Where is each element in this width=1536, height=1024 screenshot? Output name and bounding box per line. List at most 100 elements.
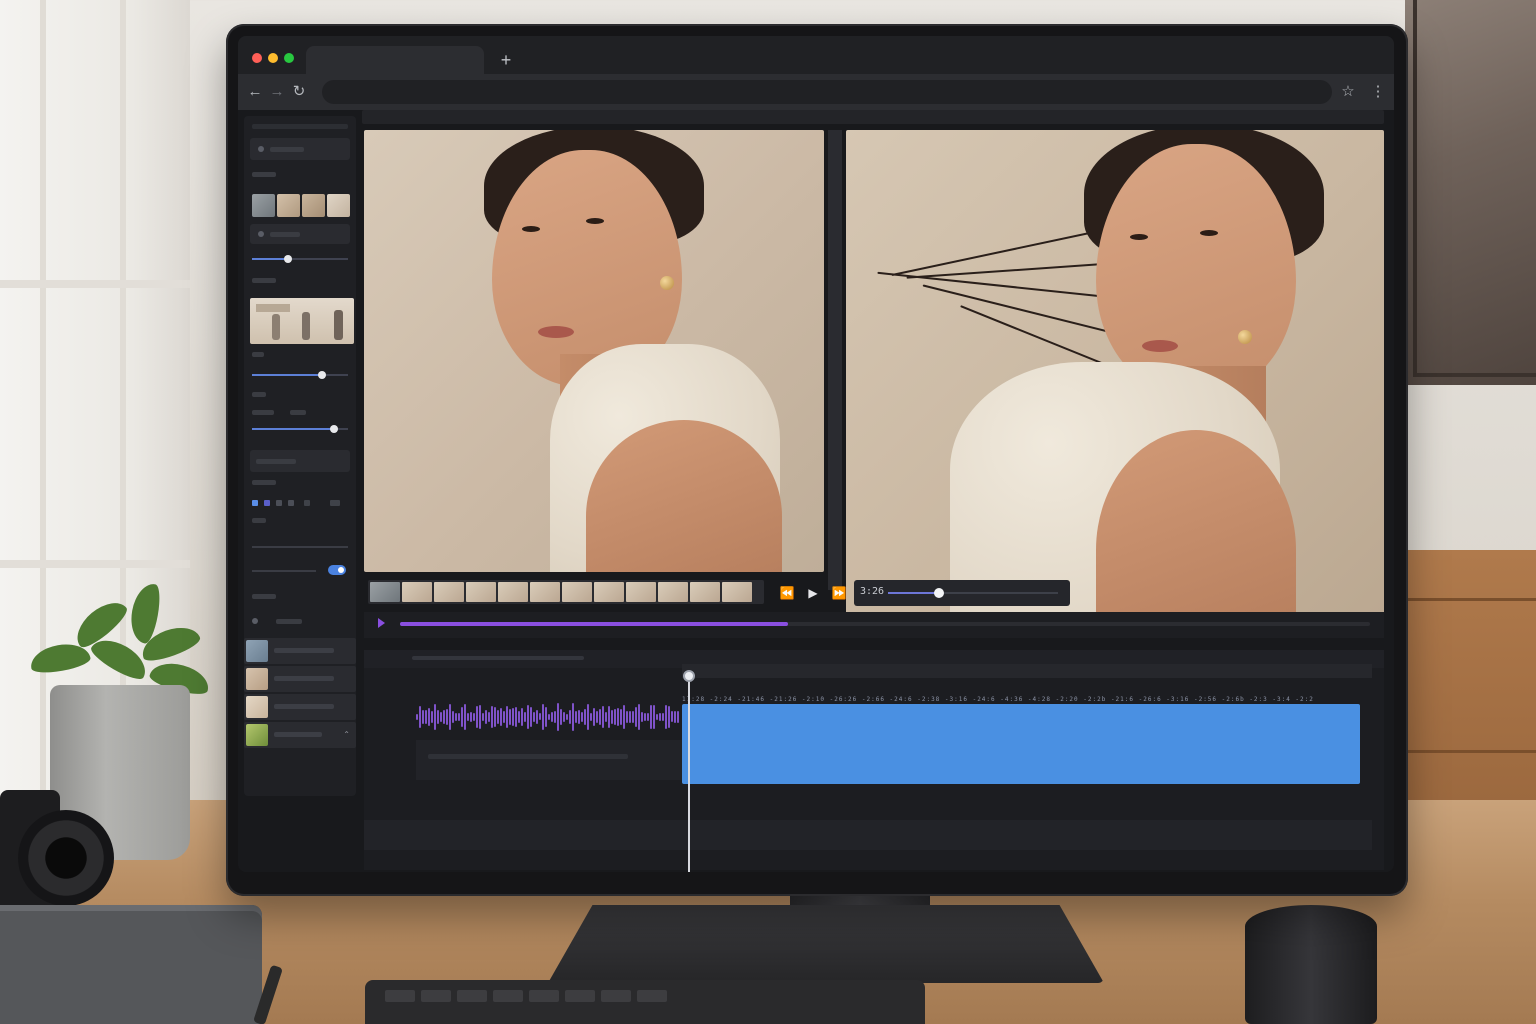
color-swatch-gray[interactable]: [288, 500, 294, 506]
adjust-slider-4[interactable]: [252, 546, 348, 548]
waveform-bar: [611, 710, 613, 724]
filmstrip-frame[interactable]: [434, 582, 464, 602]
forward-icon[interactable]: →: [268, 83, 286, 101]
track-item[interactable]: [244, 666, 356, 692]
color-swatch-dark[interactable]: [304, 500, 310, 506]
timeline-header: [412, 656, 584, 660]
sidebar-panel-color[interactable]: [250, 450, 350, 472]
waveform-bar: [632, 710, 634, 723]
adjust-slider-3[interactable]: [252, 425, 348, 433]
filmstrip-frame[interactable]: [530, 582, 560, 602]
media-thumbnail[interactable]: [252, 194, 275, 217]
track-item[interactable]: ⌃: [244, 722, 356, 748]
timeline-track-bar: [682, 664, 1372, 678]
window-close-dot[interactable]: [252, 53, 262, 63]
waveform-bar: [581, 711, 583, 723]
color-swatch-gray[interactable]: [276, 500, 282, 506]
timeline: 17:28 -2:24 -21:46 -21:26 -2:10 -26:26 -…: [364, 650, 1384, 872]
bookmark-star-icon[interactable]: ☆: [1338, 82, 1358, 102]
playback-scrubber[interactable]: 3:26: [854, 580, 1070, 606]
waveform-bar: [599, 708, 601, 726]
adjust-slider-5[interactable]: [252, 570, 316, 572]
waveform-bar: [428, 707, 430, 727]
browser-tab-active[interactable]: [306, 46, 484, 74]
waveform-bar: [497, 710, 499, 724]
waveform-bar: [449, 703, 451, 731]
frame-filmstrip[interactable]: [368, 580, 764, 604]
filmstrip-frame[interactable]: [626, 582, 656, 602]
new-tab-button[interactable]: +: [496, 50, 516, 70]
media-thumbnail[interactable]: [327, 194, 350, 217]
portrait-figure: [364, 130, 824, 572]
waveform-bar: [557, 703, 559, 731]
slider-knob[interactable]: [318, 371, 326, 379]
window-maximize-dot[interactable]: [284, 53, 294, 63]
color-swatch-indigo[interactable]: [264, 500, 270, 506]
slider-knob[interactable]: [330, 425, 338, 433]
collapse-icon[interactable]: ⌃: [343, 730, 350, 739]
waveform-bar: [446, 708, 448, 726]
window-minimize-dot[interactable]: [268, 53, 278, 63]
waveform-bar: [674, 710, 676, 724]
filmstrip-frame[interactable]: [562, 582, 592, 602]
waveform-bar: [671, 711, 673, 723]
back-icon[interactable]: ←: [246, 83, 264, 101]
media-thumbnail[interactable]: [277, 194, 300, 217]
waveform-bar: [608, 705, 610, 729]
preview-divider[interactable]: [828, 130, 842, 590]
wall-art: [1405, 0, 1536, 385]
filmstrip-frame[interactable]: [402, 582, 432, 602]
color-swatch-blue[interactable]: [252, 500, 258, 506]
waveform-bar: [539, 713, 541, 721]
filmstrip-frame[interactable]: [466, 582, 496, 602]
track-item[interactable]: [244, 694, 356, 720]
scrub-track[interactable]: [888, 588, 1058, 598]
filmstrip-frame[interactable]: [498, 582, 528, 602]
output-preview[interactable]: [846, 130, 1384, 616]
waveform-bar: [515, 707, 517, 727]
adjust-slider-1[interactable]: [252, 255, 348, 263]
panel-media-label: [270, 147, 304, 152]
source-preview[interactable]: [364, 130, 824, 572]
eye: [522, 226, 540, 232]
waveform-bar: [512, 707, 514, 727]
sidebar-label: [252, 392, 266, 397]
waveform-bar: [563, 712, 565, 722]
waveform-bar: [491, 705, 493, 729]
rewind-icon[interactable]: ⏪: [778, 584, 796, 602]
monitor-stand-base: [548, 905, 1104, 983]
waveform-bar: [653, 704, 655, 730]
sidebar-panel-media[interactable]: [250, 138, 350, 160]
audio-waveform-clip[interactable]: [416, 694, 682, 740]
browser-tabstrip: +: [238, 36, 1394, 74]
filmstrip-frame[interactable]: [690, 582, 720, 602]
progress-track[interactable]: [400, 622, 1370, 626]
scrub-knob[interactable]: [934, 588, 944, 598]
waveform-bar: [626, 710, 628, 724]
playhead[interactable]: [688, 676, 690, 872]
waveform-bar: [452, 710, 454, 724]
kebab-menu-icon[interactable]: ⋮: [1368, 82, 1388, 102]
sidebar-panel-adjust[interactable]: [250, 224, 350, 244]
slider-knob[interactable]: [284, 255, 292, 263]
fast-forward-icon[interactable]: ⏩: [830, 584, 848, 602]
filmstrip-frame[interactable]: [370, 582, 400, 602]
filmstrip-frame[interactable]: [594, 582, 624, 602]
waveform-bar: [482, 712, 484, 722]
media-thumbnail[interactable]: [302, 194, 325, 217]
track-item[interactable]: [244, 638, 356, 664]
filmstrip-frame[interactable]: [722, 582, 752, 602]
color-swatch-dark[interactable]: [330, 500, 340, 506]
waveform-bar: [431, 711, 433, 723]
play-icon[interactable]: ▶: [804, 584, 822, 602]
clip-preview-thumbnail[interactable]: [250, 298, 354, 344]
reload-icon[interactable]: ↻: [290, 83, 308, 101]
adjust-slider-2[interactable]: [252, 371, 348, 379]
panel-adjust-icon: [258, 231, 264, 237]
filmstrip-frame[interactable]: [658, 582, 688, 602]
coffee-mug: [1245, 905, 1377, 1024]
effect-toggle[interactable]: [328, 565, 346, 575]
address-bar[interactable]: [322, 80, 1332, 104]
video-clip[interactable]: [682, 704, 1360, 784]
playhead-handle[interactable]: [683, 670, 695, 682]
